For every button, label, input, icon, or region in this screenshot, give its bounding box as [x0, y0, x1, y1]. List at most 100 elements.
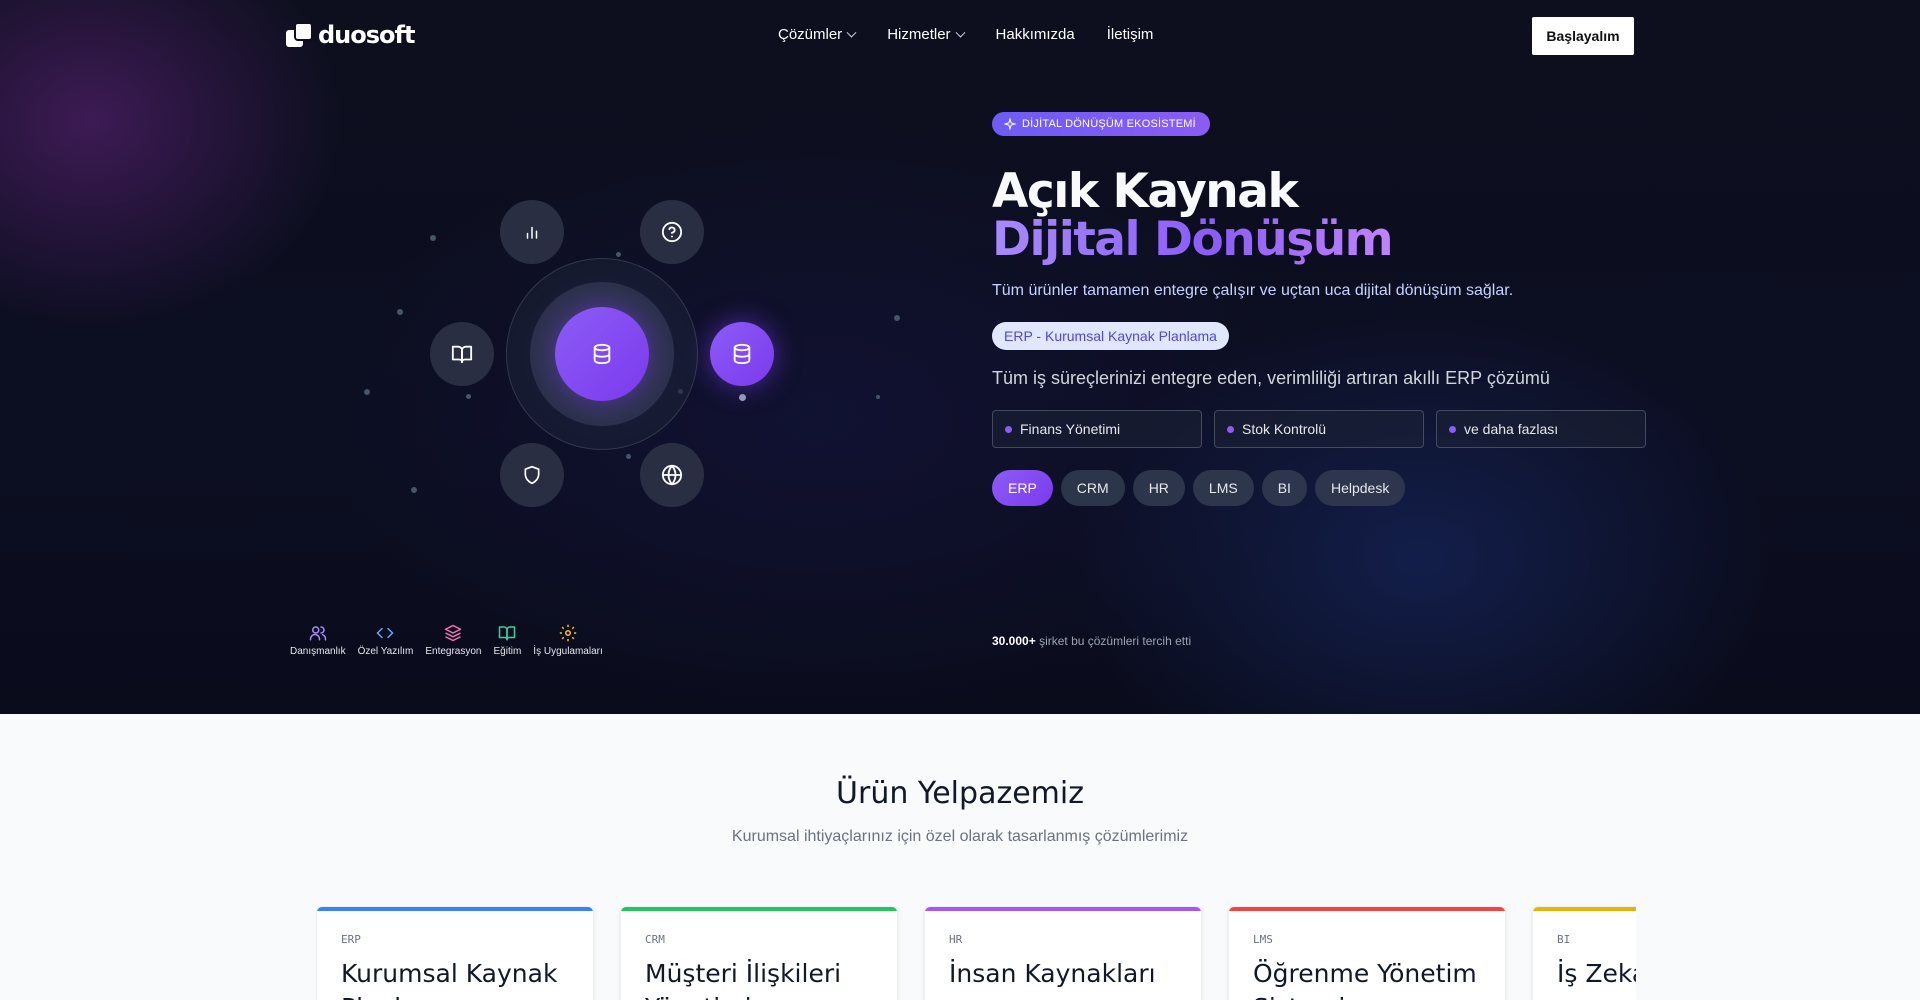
- decor-dot: [894, 315, 900, 321]
- decor-dot: [466, 394, 471, 399]
- layers-icon: [445, 624, 462, 642]
- social-text: şirket bu çözümleri tercih etti: [1039, 634, 1192, 648]
- card-code: LMS: [1253, 933, 1273, 946]
- ecosystem-badge: DİJİTAL DÖNÜŞÜM EKOSİSTEMİ: [992, 112, 1210, 136]
- decor-dot: [364, 389, 370, 395]
- badge-label: DİJİTAL DÖNÜŞÜM EKOSİSTEMİ: [1022, 118, 1196, 130]
- database-icon[interactable]: [710, 322, 774, 386]
- book-open-icon[interactable]: [430, 322, 494, 386]
- service-label: Eğitim: [493, 646, 522, 657]
- product-card-lms[interactable]: LMS Öğrenme Yönetim Sistemi: [1228, 906, 1506, 1000]
- settings-icon: [559, 624, 577, 642]
- services-row: Danışmanlık Özel Yazılım Entegrasyon Eği…: [290, 624, 603, 657]
- bullet-dot: [1227, 425, 1234, 433]
- users-icon: [309, 626, 327, 641]
- card-code: BI: [1557, 933, 1571, 946]
- service-training[interactable]: Eğitim: [493, 624, 522, 657]
- company-count: 30.000+: [992, 634, 1036, 648]
- decor-dot: [411, 487, 417, 493]
- nav-item-cozumler[interactable]: Çözümler: [778, 24, 857, 46]
- tab-lms[interactable]: LMS: [1192, 470, 1254, 506]
- nav-label: İletişim: [1106, 26, 1154, 43]
- service-consulting[interactable]: Danışmanlık: [290, 624, 346, 657]
- hero-title-line2: Dijital Dönüşüm: [992, 212, 1394, 267]
- tab-hr[interactable]: HR: [1132, 470, 1185, 506]
- card-accent-bar: [925, 907, 1201, 911]
- product-card-hr[interactable]: HR İnsan Kaynakları: [924, 906, 1202, 1000]
- core-database-icon[interactable]: [555, 307, 649, 401]
- decor-dot: [397, 309, 403, 315]
- feature-item: Finans Yönetimi: [992, 410, 1202, 448]
- nav-label: Çözümler: [778, 26, 843, 43]
- brand-logo[interactable]: duosoft: [284, 20, 415, 50]
- nav-item-hakkimizda[interactable]: Hakkımızda: [996, 24, 1075, 46]
- service-business-apps[interactable]: İş Uygulamaları: [533, 624, 603, 657]
- decor-dot: [739, 394, 746, 401]
- card-accent-bar: [621, 907, 897, 911]
- social-proof: 30.000+ şirket bu çözümleri tercih etti: [992, 634, 1191, 648]
- feature-item: ve daha fazlası: [1436, 410, 1646, 448]
- card-code: HR: [949, 933, 963, 946]
- tab-bi[interactable]: BI: [1261, 470, 1307, 506]
- service-integration[interactable]: Entegrasyon: [425, 624, 482, 657]
- help-circle-icon[interactable]: [640, 200, 704, 264]
- bullet-dot: [1449, 425, 1456, 433]
- card-name: Öğrenme Yönetim Sistemi: [1253, 959, 1477, 1000]
- card-code: ERP: [341, 933, 361, 946]
- product-card-erp[interactable]: ERP Kurumsal Kaynak Planlaması: [316, 906, 594, 1000]
- feature-list: Finans Yönetimi Stok Kontrolü ve daha fa…: [992, 410, 1646, 448]
- card-name: Kurumsal Kaynak Planlaması: [341, 959, 558, 1000]
- card-accent-bar: [317, 907, 593, 911]
- brand-name: duosoft: [318, 21, 415, 49]
- card-accent-bar: [1229, 907, 1505, 911]
- product-description: Tüm iş süreçlerinizi entegre eden, verim…: [992, 368, 1550, 388]
- main-nav: Çözümler Hizmetler Hakkımızda İletişim: [778, 24, 1153, 46]
- tab-crm[interactable]: CRM: [1060, 470, 1125, 506]
- get-started-button[interactable]: Başlayalım: [1532, 17, 1634, 55]
- product-cards: ERP Kurumsal Kaynak Planlaması CRM Müşte…: [316, 906, 1636, 1000]
- card-name: İnsan Kaynakları: [949, 959, 1156, 988]
- product-card-bi[interactable]: BI İş Zekası: [1532, 906, 1636, 1000]
- hero-title-line1: Açık Kaynak: [992, 164, 1299, 219]
- products-title: Ürün Yelpazemiz: [836, 776, 1084, 811]
- service-custom-software[interactable]: Özel Yazılım: [357, 624, 414, 657]
- service-label: Entegrasyon: [425, 646, 482, 657]
- feature-label: Finans Yönetimi: [1020, 421, 1121, 437]
- tab-helpdesk[interactable]: Helpdesk: [1314, 470, 1406, 506]
- service-label: İş Uygulamaları: [533, 646, 603, 657]
- book-open-icon: [499, 626, 516, 641]
- feature-label: ve daha fazlası: [1464, 421, 1559, 437]
- decor-dot: [616, 252, 621, 257]
- card-name: Müşteri İlişkileri Yönetimi: [645, 959, 842, 1000]
- card-code: CRM: [645, 933, 665, 946]
- product-pill: ERP - Kurumsal Kaynak Planlama: [992, 322, 1229, 350]
- nav-label: Hizmetler: [887, 26, 951, 43]
- feature-label: Stok Kontrolü: [1242, 421, 1327, 437]
- service-label: Özel Yazılım: [357, 646, 414, 657]
- sparkle-icon: [1004, 118, 1016, 130]
- globe-icon[interactable]: [640, 443, 704, 507]
- feature-item: Stok Kontrolü: [1214, 410, 1424, 448]
- service-label: Danışmanlık: [290, 646, 346, 657]
- chevron-down-icon: [846, 27, 857, 38]
- bar-chart-icon[interactable]: [500, 200, 564, 264]
- nav-item-hizmetler[interactable]: Hizmetler: [887, 24, 965, 46]
- nav-item-iletisim[interactable]: İletişim: [1107, 24, 1154, 46]
- chevron-down-icon: [955, 27, 965, 38]
- bullet-dot: [1005, 425, 1012, 433]
- card-name: İş Zekası: [1557, 959, 1636, 988]
- product-tabs: ERP CRM HR LMS BI Helpdesk: [992, 470, 1406, 506]
- nav-label: Hakkımızda: [995, 26, 1075, 43]
- hero-lead: Tüm ürünler tamamen entegre çalışır ve u…: [992, 282, 1514, 299]
- decor-dot: [430, 235, 436, 241]
- products-subtitle: Kurumsal ihtiyaçlarınız için özel olarak…: [731, 828, 1189, 845]
- tab-erp[interactable]: ERP: [992, 470, 1053, 506]
- card-accent-bar: [1533, 907, 1636, 911]
- decor-dot: [876, 395, 880, 399]
- logo-mark-icon: [286, 22, 313, 47]
- hero-section: duosoft Çözümler Hizmetler Hakkımızda İl…: [0, 0, 1920, 714]
- code-icon: [376, 627, 395, 639]
- product-card-crm[interactable]: CRM Müşteri İlişkileri Yönetimi: [620, 906, 898, 1000]
- decor-dot: [626, 454, 631, 459]
- shield-icon[interactable]: [500, 443, 564, 507]
